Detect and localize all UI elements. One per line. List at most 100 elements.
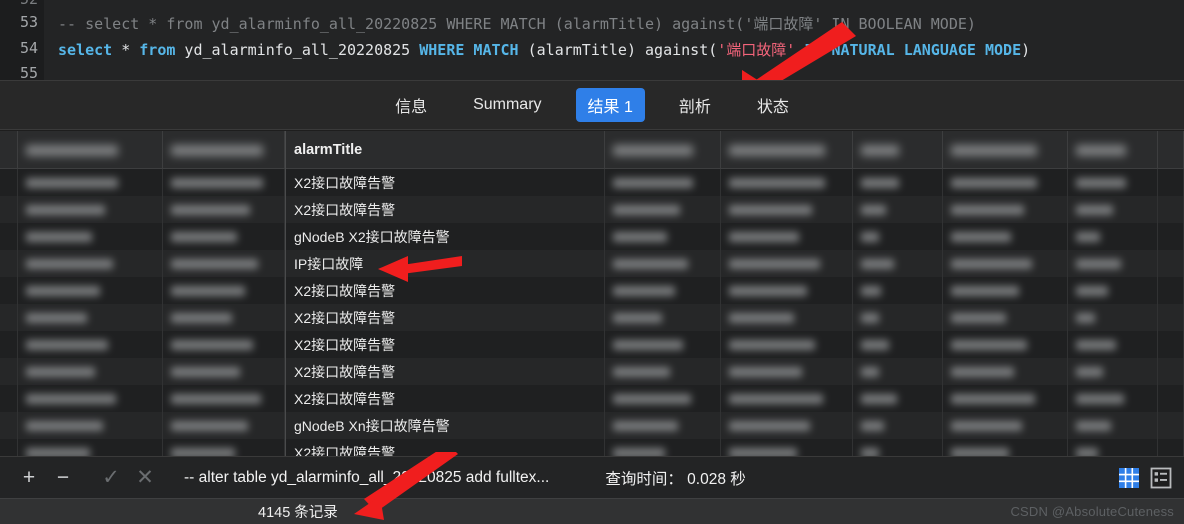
cell-alarmTitle[interactable]: X2接口故障告警: [285, 169, 605, 196]
cell-alarmTitle[interactable]: X2接口故障告警: [285, 385, 605, 412]
cell-col-5[interactable]: [605, 223, 721, 250]
column-header-col-10[interactable]: [1158, 131, 1184, 169]
cell-col-3[interactable]: [163, 223, 285, 250]
column-header-alarmTitle[interactable]: alarmTitle: [285, 131, 605, 169]
cell-col-3[interactable]: [163, 358, 285, 385]
cell-col-8[interactable]: [943, 250, 1068, 277]
table-row[interactable]: gNodeB Xn接口故障告警: [0, 412, 1184, 439]
cell-col-9[interactable]: [1068, 412, 1158, 439]
cell-col-10[interactable]: [1158, 196, 1184, 223]
cell-alarmTitle[interactable]: X2接口故障告警: [285, 304, 605, 331]
cell-col-9[interactable]: [1068, 385, 1158, 412]
cell-col-10[interactable]: [1158, 223, 1184, 250]
cell-col-5[interactable]: [605, 304, 721, 331]
cell-col-5[interactable]: [605, 169, 721, 196]
table-row[interactable]: X2接口故障告警: [0, 385, 1184, 412]
cell-col-1[interactable]: [0, 331, 18, 358]
table-row[interactable]: X2接口故障告警: [0, 196, 1184, 223]
cell-alarmTitle[interactable]: gNodeB X2接口故障告警: [285, 223, 605, 250]
cell-col-5[interactable]: [605, 439, 721, 456]
cell-col-10[interactable]: [1158, 385, 1184, 412]
cell-col-10[interactable]: [1158, 358, 1184, 385]
tab-result-1[interactable]: 结果 1: [575, 88, 645, 122]
sql-editor[interactable]: 52 53 54 55 -- select * from yd_alarminf…: [0, 0, 1184, 80]
cell-alarmTitle[interactable]: X2接口故障告警: [285, 331, 605, 358]
cell-col-6[interactable]: [721, 385, 853, 412]
cell-col-8[interactable]: [943, 439, 1068, 456]
cell-col-7[interactable]: [853, 439, 943, 456]
cell-col-5[interactable]: [605, 412, 721, 439]
cell-alarmTitle[interactable]: X2接口故障告警: [285, 277, 605, 304]
cell-col-9[interactable]: [1068, 331, 1158, 358]
cell-col-5[interactable]: [605, 277, 721, 304]
cell-col-10[interactable]: [1158, 331, 1184, 358]
cell-col-3[interactable]: [163, 304, 285, 331]
tab-summary[interactable]: Summary: [461, 91, 553, 119]
grid-body[interactable]: X2接口故障告警 X2接口故障告警 gNodeB X2接口故障告警 IP接口故障 X2接…: [0, 169, 1184, 456]
cell-col-8[interactable]: [943, 277, 1068, 304]
table-row[interactable]: X2接口故障告警: [0, 331, 1184, 358]
cell-col-7[interactable]: [853, 223, 943, 250]
tab-status[interactable]: 状态: [745, 88, 801, 122]
cell-col-9[interactable]: [1068, 223, 1158, 250]
cell-col-2[interactable]: [18, 196, 163, 223]
cell-col-8[interactable]: [943, 385, 1068, 412]
column-header-col-8[interactable]: [943, 131, 1068, 169]
cell-col-3[interactable]: [163, 439, 285, 456]
cell-col-1[interactable]: [0, 439, 18, 456]
cell-col-8[interactable]: [943, 331, 1068, 358]
cell-col-6[interactable]: [721, 196, 853, 223]
cell-col-3[interactable]: [163, 169, 285, 196]
cell-col-2[interactable]: [18, 358, 163, 385]
cell-col-8[interactable]: [943, 223, 1068, 250]
table-row[interactable]: IP接口故障: [0, 250, 1184, 277]
cell-col-2[interactable]: [18, 250, 163, 277]
cell-col-8[interactable]: [943, 412, 1068, 439]
tab-info[interactable]: 信息: [383, 88, 439, 122]
cell-col-2[interactable]: [18, 331, 163, 358]
cell-col-2[interactable]: [18, 385, 163, 412]
cell-col-7[interactable]: [853, 277, 943, 304]
cell-col-1[interactable]: [0, 250, 18, 277]
cell-col-6[interactable]: [721, 439, 853, 456]
column-header-col-1[interactable]: [0, 131, 18, 169]
cell-col-1[interactable]: [0, 277, 18, 304]
cell-col-6[interactable]: [721, 169, 853, 196]
cell-col-3[interactable]: [163, 196, 285, 223]
cell-alarmTitle[interactable]: IP接口故障: [285, 250, 605, 277]
cell-col-3[interactable]: [163, 331, 285, 358]
cell-col-6[interactable]: [721, 223, 853, 250]
table-row[interactable]: X2接口故障告警: [0, 358, 1184, 385]
cell-alarmTitle[interactable]: X2接口故障告警: [285, 439, 605, 456]
tab-profile[interactable]: 剖析: [667, 88, 723, 122]
cell-col-10[interactable]: [1158, 277, 1184, 304]
grid-view-icon[interactable]: [1118, 467, 1140, 489]
cell-col-8[interactable]: [943, 169, 1068, 196]
sql-line-comment[interactable]: -- select * from yd_alarminfo_all_202208…: [58, 13, 976, 34]
cell-col-7[interactable]: [853, 169, 943, 196]
sql-line-active[interactable]: select * from yd_alarminfo_all_20220825 …: [58, 39, 1030, 60]
cell-col-2[interactable]: [18, 277, 163, 304]
cell-col-2[interactable]: [18, 304, 163, 331]
cell-col-6[interactable]: [721, 304, 853, 331]
executed-sql-preview[interactable]: -- alter table yd_alarminfo_all_20220825…: [184, 469, 549, 487]
cell-col-5[interactable]: [605, 331, 721, 358]
table-row[interactable]: X2接口故障告警: [0, 439, 1184, 456]
cell-col-10[interactable]: [1158, 412, 1184, 439]
cell-col-7[interactable]: [853, 250, 943, 277]
cell-alarmTitle[interactable]: X2接口故障告警: [285, 196, 605, 223]
revert-icon[interactable]: ✕: [128, 461, 162, 495]
cell-col-2[interactable]: [18, 223, 163, 250]
column-header-col-7[interactable]: [853, 131, 943, 169]
cell-col-9[interactable]: [1068, 277, 1158, 304]
cell-col-1[interactable]: [0, 385, 18, 412]
cell-col-7[interactable]: [853, 412, 943, 439]
column-header-col-9[interactable]: [1068, 131, 1158, 169]
cell-col-7[interactable]: [853, 331, 943, 358]
add-row-icon[interactable]: +: [12, 461, 46, 495]
cell-alarmTitle[interactable]: gNodeB Xn接口故障告警: [285, 412, 605, 439]
column-header-col-2[interactable]: [18, 131, 163, 169]
cell-col-9[interactable]: [1068, 169, 1158, 196]
remove-row-icon[interactable]: −: [46, 461, 80, 495]
table-row[interactable]: X2接口故障告警: [0, 169, 1184, 196]
